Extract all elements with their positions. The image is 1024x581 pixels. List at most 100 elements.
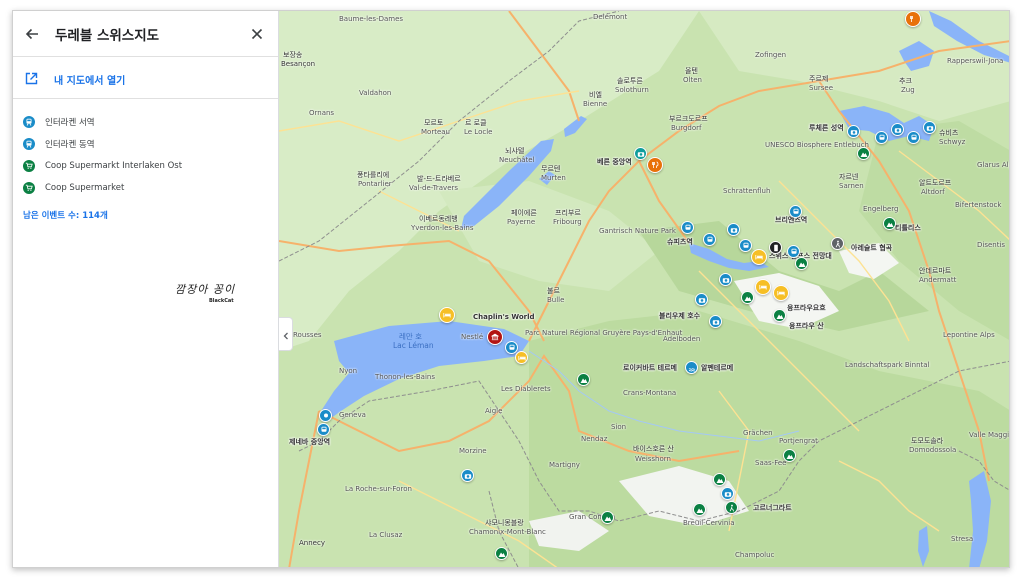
map-canvas[interactable]: Baume-les-Dames 보장송 Besançon Ornans Vald… [279, 11, 1009, 567]
open-in-my-maps-link[interactable]: 내 지도에서 열기 [13, 61, 278, 99]
map-label: 자르넨 [839, 173, 859, 181]
camera-marker[interactable] [923, 121, 936, 134]
train-marker[interactable] [681, 221, 694, 234]
camera-marker[interactable] [721, 487, 734, 500]
list-item[interactable]: Coop Supermarket [13, 177, 278, 199]
map-label: Champoluc [735, 551, 775, 559]
train-marker[interactable] [739, 239, 752, 252]
map-label: Murten [541, 174, 566, 182]
bed-icon [517, 355, 526, 360]
phone-icon [773, 244, 778, 251]
train-icon [879, 134, 884, 140]
train-marker[interactable] [789, 205, 802, 218]
spa-marker[interactable] [685, 361, 698, 374]
map-label: 퐁타를리에 [357, 171, 390, 179]
map-label: La Roche-sur-Foron [345, 485, 412, 493]
camera-icon [637, 151, 644, 157]
mountain-icon [696, 508, 703, 513]
food-marker[interactable] [647, 157, 663, 173]
camera-marker[interactable] [695, 293, 708, 306]
train-icon [23, 138, 35, 150]
train-icon [793, 208, 798, 214]
map-label: Schrattenfluh [723, 187, 771, 195]
hiking-marker[interactable] [725, 501, 738, 514]
map-label: 바이스호른 산 [633, 445, 674, 453]
camera-marker[interactable] [891, 123, 904, 136]
train-marker[interactable] [317, 423, 330, 436]
camera-marker[interactable] [727, 223, 740, 236]
hotel-marker[interactable] [439, 307, 455, 323]
train-marker[interactable] [787, 245, 800, 258]
mountain-marker[interactable] [577, 373, 590, 386]
mountain-marker[interactable] [741, 291, 754, 304]
camera-marker[interactable] [709, 315, 722, 328]
mountain-marker[interactable] [693, 503, 706, 516]
bed-icon [755, 255, 763, 260]
hotel-marker[interactable] [751, 249, 767, 265]
signature-sub: BlackCat [209, 298, 234, 304]
train-marker[interactable] [907, 131, 920, 144]
museum-marker[interactable] [487, 329, 503, 345]
map-label: Yverdon-les-Bains [411, 224, 474, 232]
map-label: Landschaftspark Binntal [845, 361, 930, 369]
map-label: Sion [611, 423, 627, 431]
map-label: Besançon [281, 60, 316, 68]
mountain-marker[interactable] [773, 309, 786, 322]
hotel-marker[interactable] [515, 351, 528, 364]
hiking-marker[interactable] [831, 237, 844, 250]
map-label: Solothurn [615, 86, 649, 94]
mountain-marker[interactable] [883, 217, 896, 230]
back-arrow-icon[interactable] [21, 23, 43, 45]
map-label: Valdahon [359, 89, 392, 97]
map-label: Burgdorf [671, 124, 702, 132]
map-label: UNESCO Biosphere Entlebuch [765, 141, 869, 149]
poi-label: 블리우제 호수 [659, 312, 701, 320]
mountain-marker[interactable] [783, 449, 796, 462]
map-label: 부르크도르프 [669, 115, 708, 123]
map-label: 알트도르프 [919, 179, 952, 187]
map-label: Neuchâtel [499, 156, 535, 164]
train-icon [509, 344, 514, 350]
mountain-marker[interactable] [713, 473, 726, 486]
map-label: 모르토 [424, 119, 444, 127]
map-label: Delémont [593, 13, 628, 21]
phone-marker[interactable] [769, 241, 782, 254]
lake-label: 레만 호 [399, 332, 423, 341]
close-icon[interactable] [246, 23, 268, 45]
remaining-events-link[interactable]: 남은 이벤트 수: 114개 [23, 209, 278, 221]
poi-label: 알펜테르메 [701, 364, 734, 372]
map-label: Aigle [485, 407, 503, 415]
camera-marker[interactable] [461, 469, 474, 482]
map-label: Bienne [583, 100, 608, 108]
train-marker[interactable] [875, 131, 888, 144]
map-label: 안데르마트 [919, 267, 952, 275]
poi-label: 루체른 성역 [809, 124, 844, 132]
mountain-marker[interactable] [601, 511, 614, 524]
camera-marker[interactable] [719, 273, 732, 286]
camera-marker[interactable] [634, 147, 647, 160]
train-marker[interactable] [703, 233, 716, 246]
mountain-icon [716, 478, 723, 483]
collapse-panel-button[interactable] [279, 317, 293, 351]
map-label: Disentis [977, 241, 1006, 249]
hotel-marker[interactable] [755, 279, 771, 295]
food-marker[interactable] [905, 11, 921, 27]
mountain-marker[interactable] [795, 257, 808, 270]
camera-icon [926, 125, 933, 131]
list-item[interactable]: 인터라켄 서역 [13, 111, 278, 133]
map-label: Stresa [951, 535, 974, 543]
mountain-marker[interactable] [495, 547, 508, 560]
mountain-marker[interactable] [857, 147, 870, 160]
location-marker[interactable] [319, 409, 332, 422]
map-label: Bulle [547, 296, 565, 304]
mountain-icon [886, 222, 893, 227]
camera-icon [730, 227, 737, 233]
map-label: Gantrisch Nature Park [599, 227, 676, 235]
camera-marker[interactable] [847, 125, 860, 138]
list-item[interactable]: 인터라켄 동역 [13, 133, 278, 155]
hotel-marker[interactable] [773, 285, 789, 301]
list-item[interactable]: Coop Supermarkt Interlaken Ost [13, 155, 278, 177]
bed-icon [443, 313, 451, 318]
map-label: 불르 [547, 287, 560, 295]
map-label: 솔로투른 [617, 77, 643, 85]
